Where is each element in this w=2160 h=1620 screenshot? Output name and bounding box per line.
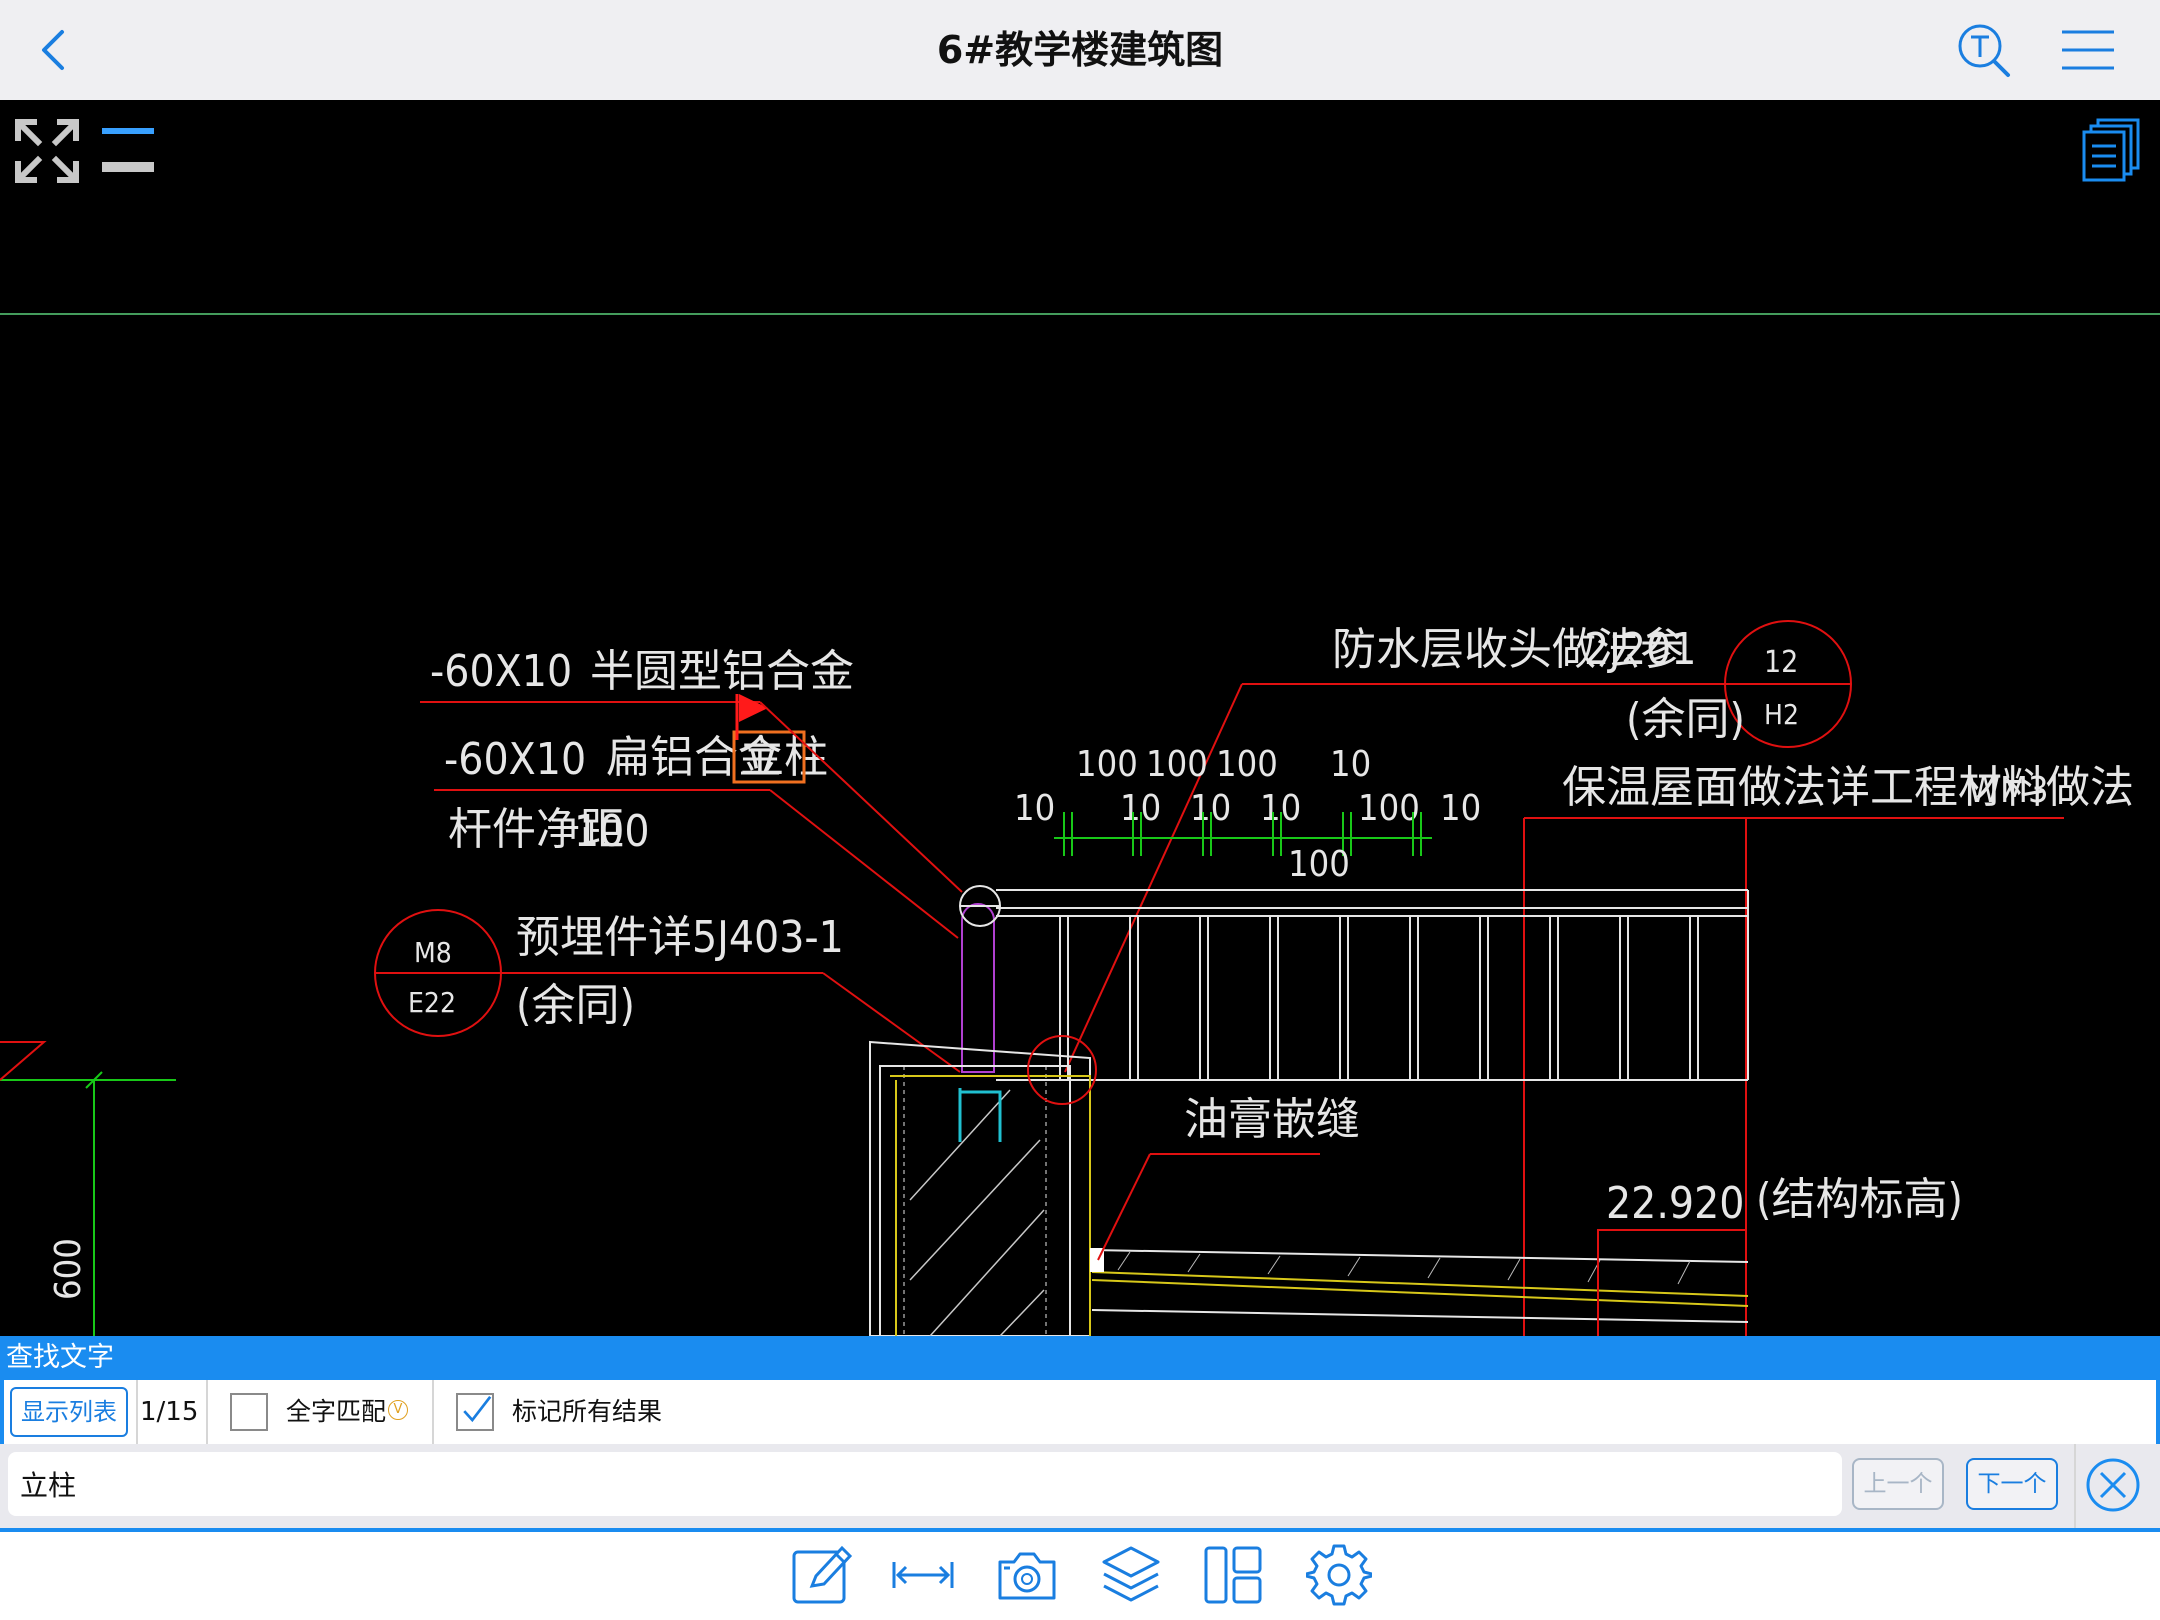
flag-marker-icon (739, 694, 768, 722)
level-marker (0, 1041, 47, 1081)
search-options-bar: 显示列表 1/15 全字匹配 V 标记所有结果 (4, 1380, 2156, 1444)
roof-slab (1090, 1248, 1749, 1323)
label-spacing-value: 100 (574, 806, 650, 857)
text-search-button[interactable] (1952, 18, 2016, 82)
dim-text: 10 (1014, 788, 1055, 829)
annotate-button[interactable] (788, 1542, 854, 1608)
screenshot-button[interactable] (994, 1542, 1060, 1608)
divider (206, 1380, 208, 1444)
settings-gear-icon (1306, 1544, 1372, 1606)
callout-e22: E22 (408, 986, 456, 1019)
mark-all-checkbox[interactable] (456, 1393, 494, 1431)
whole-word-label: 全字匹配 (286, 1397, 387, 1426)
measure-button[interactable] (890, 1542, 956, 1608)
stacked-pages-icon (2082, 118, 2140, 182)
find-text-panel: 查找文字 显示列表 1/15 全字匹配 V 标记所有结果 上一个 下一个 (0, 1336, 2160, 1532)
close-circle-icon (2086, 1458, 2140, 1512)
nav-bar: 6#教学楼建筑图 (0, 0, 2160, 101)
hamburger-menu-icon (2062, 30, 2114, 70)
label-60x10-top: -60X10 (430, 646, 572, 697)
dim-text: 10 (1440, 788, 1481, 829)
whole-word-checkbox[interactable] (230, 1393, 268, 1431)
dim-text: 10 (1330, 744, 1371, 785)
leader-line (759, 701, 963, 893)
close-search-button[interactable] (2084, 1456, 2142, 1514)
label-same-1: (余同) (516, 980, 635, 1031)
dim-text-bottom: 100 (1288, 844, 1350, 885)
show-list-button[interactable]: 显示列表 (10, 1387, 128, 1437)
railing (996, 889, 1749, 1081)
mark-all-label: 标记所有结果 (512, 1397, 663, 1426)
layout-icon (1204, 1546, 1262, 1604)
label-sealant: 油膏嵌缝 (1184, 1094, 1360, 1145)
label-same-2: (余同) (1626, 694, 1745, 745)
settings-button[interactable] (1306, 1542, 1372, 1608)
fullscreen-button[interactable] (14, 118, 80, 184)
vip-badge-icon: V (388, 1400, 408, 1420)
callout-12: 12 (1764, 645, 1798, 680)
search-input[interactable] (8, 1452, 1842, 1516)
label-2j201: 2J201 (1584, 624, 1696, 675)
cad-drawing: -60X10 半圆型铝合金 -60X10 扁铝合金 立柱 杆件净距 100 M8… (0, 313, 2160, 1336)
page-title: 6#教学楼建筑图 (936, 28, 1224, 72)
dimension-row-top: 100 100 100 10 (1076, 744, 1371, 785)
divider (136, 1380, 138, 1444)
find-text-header: 查找文字 (6, 1342, 114, 1373)
label-semicircle-aluminum: 半圆型铝合金 (590, 646, 854, 697)
label-elevation: 22.920 (1606, 1178, 1744, 1229)
label-post-highlighted: 立柱 (740, 732, 828, 783)
result-counter: 1/15 (140, 1397, 199, 1427)
layout-toggle-button[interactable] (100, 124, 156, 174)
label-embedded-part: 预埋件详5J403-1 (516, 912, 844, 963)
label-600: 600 (48, 1238, 89, 1300)
bottom-toolbar (0, 1532, 2160, 1620)
dim-text: 100 (1146, 744, 1208, 785)
dim-text: 100 (1216, 744, 1278, 785)
search-input-row: 上一个 下一个 (0, 1444, 2160, 1532)
next-result-button[interactable]: 下一个 (1966, 1458, 2058, 1510)
drawing-canvas[interactable]: -60X10 半圆型铝合金 -60X10 扁铝合金 立柱 杆件净距 100 M8… (0, 100, 2160, 1336)
menu-button[interactable] (2056, 18, 2120, 82)
dim-text: 100 (1358, 788, 1420, 829)
back-button[interactable] (22, 18, 86, 82)
callout-m8: M8 (414, 936, 452, 969)
text-search-icon (1958, 24, 2010, 77)
label-60x10-bottom: -60X10 (444, 734, 586, 785)
label-structural-elevation: (结构标高) (1756, 1174, 1963, 1225)
measure-icon (892, 1562, 954, 1588)
leader-line (822, 972, 961, 1073)
expand-arrows-icon (15, 119, 79, 183)
layers-icon (1102, 1546, 1160, 1602)
checkmark-icon (463, 1395, 492, 1423)
divider (2074, 1444, 2076, 1528)
layout-button[interactable] (1200, 1542, 1266, 1608)
leader-line (1097, 1153, 1151, 1261)
split-view-icon (102, 128, 154, 172)
label-wm3: WM3 (1968, 770, 2049, 811)
sheets-button[interactable] (2082, 118, 2142, 182)
dimension-row-middle: 10 10 10 10 100 10 (1014, 788, 1481, 829)
leader-line (1064, 683, 1243, 1073)
annotate-pencil-icon (792, 1545, 853, 1604)
back-chevron-icon (42, 30, 64, 70)
post-outline (961, 903, 995, 1073)
callout-h2: H2 (1764, 698, 1799, 731)
layers-button[interactable] (1098, 1542, 1164, 1608)
previous-result-button[interactable]: 上一个 (1852, 1458, 1944, 1510)
camera-icon (998, 1552, 1056, 1600)
divider (432, 1380, 434, 1444)
dim-text: 100 (1076, 744, 1138, 785)
